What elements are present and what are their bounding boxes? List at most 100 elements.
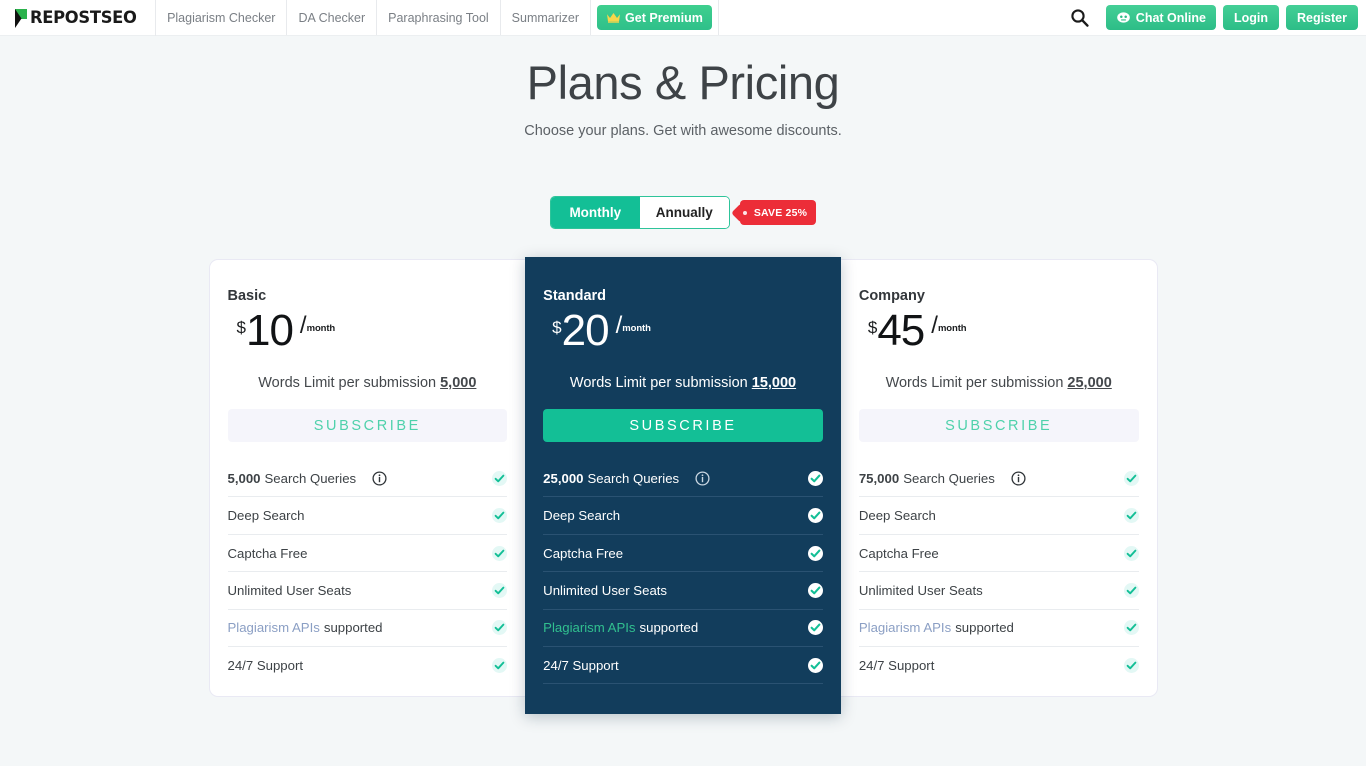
price-currency: $ [552,318,562,338]
nav-right-actions: Chat Online Login Register [1060,0,1366,35]
check-icon [492,582,508,598]
feature-label: 75,000 Search Queries [859,471,1118,486]
plan-price: $ 10 /month [228,306,508,362]
feature-label: 24/7 Support [858,658,935,674]
plan-price: $ 45 /month [859,306,1139,362]
feature-label: Captcha Free [858,545,939,561]
check-icon [1123,582,1139,598]
login-button[interactable]: Login [1222,5,1279,30]
chat-online-button[interactable]: Chat Online [1105,5,1216,30]
words-limit-value: 5,000 [440,375,477,392]
feature-row: Captcha Free [543,535,823,573]
register-button[interactable]: Register [1285,5,1358,30]
nav-item-summarizer[interactable]: Summarizer [501,0,592,35]
plagiarism-apis-link[interactable]: Plagiarism APIs [228,620,320,635]
plan-name: Company [858,288,925,305]
plan-card-standard: Standard $ 20 /month Words Limit per sub… [525,257,841,715]
check-icon [807,470,823,486]
nav-links: Plagiarism Checker DA Checker Paraphrasi… [156,0,719,35]
hero-section: Plans & Pricing Choose your plans. Get w… [0,36,1366,139]
logo-text: REPOSTSEO [30,8,137,28]
toggle-monthly[interactable]: Monthly [550,197,640,229]
words-limit-value: 15,000 [751,375,797,392]
plan-name: Standard [543,288,607,305]
plan-words-limit: Words Limit per submission 15,000 [543,375,823,391]
page-title: Plans & Pricing [526,56,840,109]
words-limit-prefix: Words Limit per submission [569,375,752,392]
feature-label: Captcha Free [543,545,624,561]
site-logo[interactable]: REPOSTSEO [0,0,157,36]
plan-name: Basic [227,288,267,305]
save-badge-label: SAVE 25% [753,206,808,219]
words-limit-prefix: Words Limit per submission [885,375,1068,392]
feature-label: Plagiarism APIs supported [227,620,383,636]
check-icon [492,470,508,486]
info-icon[interactable] [372,471,387,486]
nav-item-da-checker[interactable]: DA Checker [287,0,378,35]
words-limit-value: 25,000 [1067,375,1112,392]
page-subtitle: Choose your plans. Get with awesome disc… [524,123,842,140]
feature-label: 24/7 Support [543,657,619,673]
info-icon[interactable] [1011,471,1026,486]
subscribe-button-basic[interactable]: SUBSCRIBE [227,409,508,443]
feature-row: Unlimited User Seats [543,572,823,610]
feature-row: Deep Search [543,497,823,535]
nav-item-plagiarism-checker[interactable]: Plagiarism Checker [156,0,288,35]
plan-card-basic: Basic $ 10 /month Words Limit per submis… [210,260,526,696]
feature-row: Plagiarism APIs supported [227,610,508,647]
check-icon [1123,508,1139,524]
price-amount: 45 [877,306,925,356]
info-icon[interactable] [695,471,710,486]
top-navbar: REPOSTSEO Plagiarism Checker DA Checker … [0,0,1366,36]
price-amount: 20 [561,306,610,356]
toggle-annually[interactable]: Annually [639,197,729,229]
feature-label: Unlimited User Seats [227,582,352,598]
crown-icon [607,13,621,23]
feature-label: Plagiarism APIs supported [543,620,699,636]
feature-row: Plagiarism APIs supported [858,610,1139,647]
search-icon [1071,9,1089,27]
check-icon [1123,545,1139,561]
check-icon [492,545,508,561]
feature-label: 5,000 Search Queries [228,471,487,486]
feature-row: 25,000 Search Queries [543,460,823,498]
search-button[interactable] [1060,8,1099,27]
check-icon [492,620,508,636]
pricing-card-shell: Basic $ 10 /month Words Limit per submis… [208,257,1158,715]
get-premium-button[interactable]: Get Premium [597,5,712,30]
plan-features-basic: 5,000 Search Queries Deep Search Captcha… [227,460,508,684]
feature-row: Unlimited User Seats [858,572,1139,610]
price-period: /month [299,312,336,340]
chat-bot-icon [1116,12,1130,23]
feature-row: Deep Search [858,497,1139,535]
price-amount: 10 [245,306,294,356]
price-currency: $ [236,318,246,338]
save-badge: SAVE 25% [739,200,817,226]
check-icon [807,582,823,598]
check-icon [1123,620,1139,636]
plagiarism-apis-link[interactable]: Plagiarism APIs [859,620,951,635]
plagiarism-apis-link[interactable]: Plagiarism APIs [543,620,635,635]
get-premium-label: Get Premium [625,10,703,25]
plan-features-company: 75,000 Search Queries Deep Search Captch… [858,460,1139,684]
feature-label: Deep Search [858,508,936,524]
billing-toggle[interactable]: Monthly Annually [549,196,730,230]
check-icon [807,657,823,673]
check-icon [1123,470,1139,486]
repostseo-p-mark-icon [14,8,29,29]
nav-item-paraphrasing-tool[interactable]: Paraphrasing Tool [377,0,501,35]
chat-online-label: Chat Online [1135,10,1206,25]
subscribe-button-company[interactable]: SUBSCRIBE [858,409,1139,443]
pricing-section: Basic $ 10 /month Words Limit per submis… [208,257,1158,715]
feature-label: Deep Search [227,508,305,524]
check-icon [492,658,508,674]
feature-row: Captcha Free [858,535,1139,573]
feature-label: Deep Search [543,508,621,524]
feature-row: Deep Search [227,497,508,535]
feature-label: 25,000 Search Queries [543,471,802,486]
words-limit-prefix: Words Limit per submission [258,375,441,392]
feature-row: 24/7 Support [859,647,1139,684]
price-period: /month [615,312,651,340]
subscribe-button-standard[interactable]: SUBSCRIBE [543,409,823,443]
feature-row: 24/7 Support [543,647,823,685]
